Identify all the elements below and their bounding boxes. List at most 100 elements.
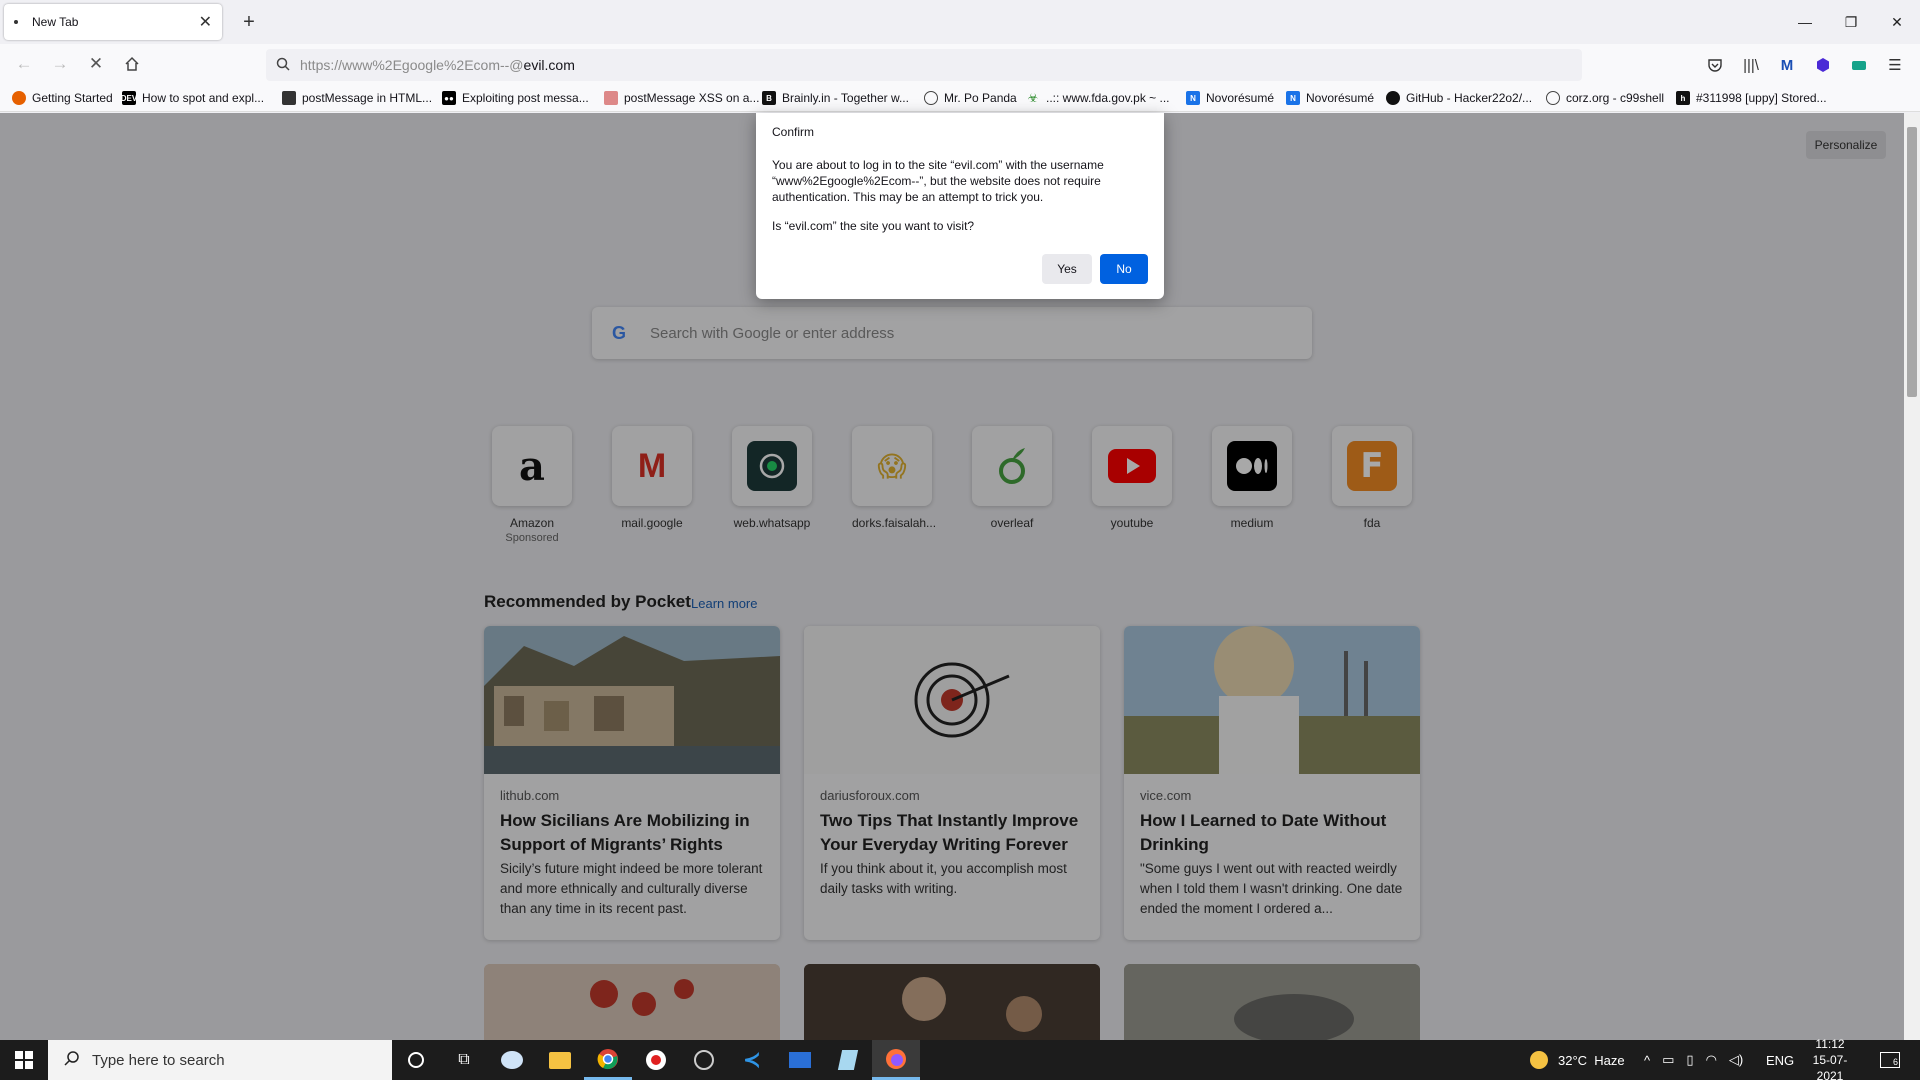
notifications-button[interactable]: 6: [1880, 1040, 1900, 1080]
paint-icon: [501, 1051, 523, 1069]
cortana-icon: [408, 1052, 424, 1068]
page-icon: [282, 91, 296, 105]
language-indicator[interactable]: ENG: [1766, 1040, 1794, 1080]
forward-button[interactable]: →: [46, 52, 74, 76]
home-button[interactable]: [118, 52, 146, 76]
novoresume-icon: N: [1186, 91, 1200, 105]
menu-icon[interactable]: ☰: [1882, 52, 1908, 78]
taskbar-app-notes[interactable]: [824, 1040, 872, 1080]
globe-icon: [924, 91, 938, 105]
no-button[interactable]: No: [1100, 254, 1148, 284]
task-view-icon: ⧉: [458, 1051, 470, 1068]
volume-icon[interactable]: ◁): [1729, 1052, 1743, 1068]
taskbar-app-devtool[interactable]: [776, 1040, 824, 1080]
tab-strip: [0, 0, 1920, 44]
medium-icon: ●●: [442, 91, 456, 105]
url-host: evil.com: [523, 57, 575, 73]
notification-icon: 6: [1880, 1052, 1900, 1068]
extension-translate-icon[interactable]: [1846, 52, 1872, 78]
minimize-button[interactable]: —: [1782, 0, 1828, 44]
dev-icon: DEV: [121, 91, 137, 105]
extension-hex-icon[interactable]: [1810, 52, 1836, 78]
bookmark-item[interactable]: h #311998 [uppy] Stored...: [1676, 88, 1827, 108]
page-icon: [604, 91, 618, 105]
bookmark-item[interactable]: postMessage XSS on a...: [604, 88, 759, 108]
system-tray: ^ ▭ ▯ ◠ ◁): [1644, 1040, 1743, 1080]
bookmark-item[interactable]: B Brainly.in - Together w...: [762, 88, 909, 108]
dialog-message: You are about to log in to the site “evi…: [772, 158, 1104, 204]
bookmark-item[interactable]: postMessage in HTML...: [282, 88, 432, 108]
start-button[interactable]: [0, 1040, 48, 1080]
bookmark-item[interactable]: ●● Exploiting post messa...: [442, 88, 589, 108]
dev-app-icon: [789, 1052, 811, 1068]
firefox-icon: [12, 91, 26, 105]
restore-button[interactable]: ❐: [1828, 0, 1874, 44]
arrow-left-icon: ←: [15, 54, 33, 73]
clock[interactable]: 11:12 15-07-2021: [1800, 1037, 1860, 1080]
taskbar-search-placeholder: Type here to search: [92, 1051, 225, 1069]
taskbar-app-explorer[interactable]: [536, 1040, 584, 1080]
chrome-icon: [597, 1048, 618, 1069]
search-icon: [64, 1050, 80, 1071]
novoresume-icon: N: [1286, 91, 1300, 105]
library-icon[interactable]: |||\: [1738, 52, 1764, 78]
url-prefix: https://www%2Egoogle%2Ecom--@: [300, 57, 524, 73]
obs-icon: [694, 1050, 714, 1070]
windows-icon: [15, 1051, 33, 1069]
taskbar-app-recorder[interactable]: [632, 1040, 680, 1080]
stop-icon: ✕: [88, 54, 104, 73]
bookmark-item[interactable]: DEV How to spot and expl...: [121, 88, 264, 108]
vscode-icon: ≺: [742, 1047, 762, 1072]
taskbar-app-chrome[interactable]: [584, 1040, 632, 1080]
home-icon: [125, 56, 139, 71]
pocket-icon[interactable]: [1702, 52, 1728, 78]
globe-icon: [1546, 91, 1560, 105]
page-scrollbar[interactable]: [1904, 113, 1920, 1040]
cortana-button[interactable]: [392, 1040, 440, 1080]
bookmark-item[interactable]: N Novorésumé: [1286, 88, 1374, 108]
tab-new-tab[interactable]: New Tab ✕: [4, 4, 222, 40]
scrollbar-thumb[interactable]: [1907, 127, 1917, 397]
weather-haze-icon: [1530, 1051, 1548, 1069]
folder-icon: [549, 1051, 571, 1069]
taskbar-app-vscode[interactable]: ≺: [728, 1040, 776, 1080]
notes-icon: [837, 1050, 859, 1070]
taskbar-app-obs[interactable]: [680, 1040, 728, 1080]
dialog-question: Is “evil.com” the site you want to visit…: [772, 219, 975, 233]
bookmark-item[interactable]: Mr. Po Panda: [924, 88, 1017, 108]
close-window-button[interactable]: ✕: [1874, 0, 1920, 44]
dialog-title: Confirm: [772, 125, 815, 139]
brainly-icon: B: [762, 91, 776, 105]
tab-close-icon[interactable]: ✕: [199, 12, 212, 32]
bookmark-item[interactable]: GitHub - Hacker22o2/...: [1386, 88, 1532, 108]
bookmark-item[interactable]: ☣..:: www.fda.gov.pk ~ ...: [1026, 88, 1170, 108]
task-view-button[interactable]: ⧉: [440, 1040, 488, 1080]
extension-m-icon[interactable]: M: [1774, 52, 1800, 78]
device-icon[interactable]: ▯: [1686, 1052, 1693, 1068]
confirm-dialog: Confirm You are about to log in to the s…: [756, 113, 1164, 299]
loading-dot-icon: [14, 20, 18, 24]
github-icon: [1386, 91, 1400, 105]
bookmark-item[interactable]: corz.org - c99shell: [1546, 88, 1664, 108]
taskbar-app-firefox[interactable]: [872, 1040, 920, 1080]
back-button[interactable]: ←: [10, 52, 38, 76]
record-icon: [646, 1050, 666, 1070]
biohazard-icon: ☣: [1027, 91, 1039, 105]
taskbar-search[interactable]: Type here to search: [48, 1040, 392, 1080]
yes-button[interactable]: Yes: [1042, 254, 1092, 284]
hackerone-icon: h: [1676, 91, 1690, 105]
firefox-icon: [886, 1048, 906, 1069]
search-icon: [276, 57, 290, 74]
taskbar-app-paint[interactable]: [488, 1040, 536, 1080]
chevron-up-icon[interactable]: ^: [1644, 1053, 1650, 1068]
arrow-right-icon: →: [51, 54, 69, 73]
stop-button[interactable]: ✕: [82, 52, 110, 76]
bookmark-item[interactable]: Getting Started: [12, 88, 113, 108]
bookmark-item[interactable]: N Novorésumé: [1186, 88, 1274, 108]
weather-widget[interactable]: 32°C Haze: [1530, 1040, 1625, 1080]
tab-title: New Tab: [32, 15, 79, 29]
url-bar[interactable]: https://www%2Egoogle%2Ecom--@ evil.com: [266, 49, 1582, 81]
wifi-icon[interactable]: ◠: [1706, 1052, 1717, 1068]
battery-icon[interactable]: ▭: [1662, 1052, 1674, 1068]
new-tab-button[interactable]: +: [236, 9, 262, 35]
